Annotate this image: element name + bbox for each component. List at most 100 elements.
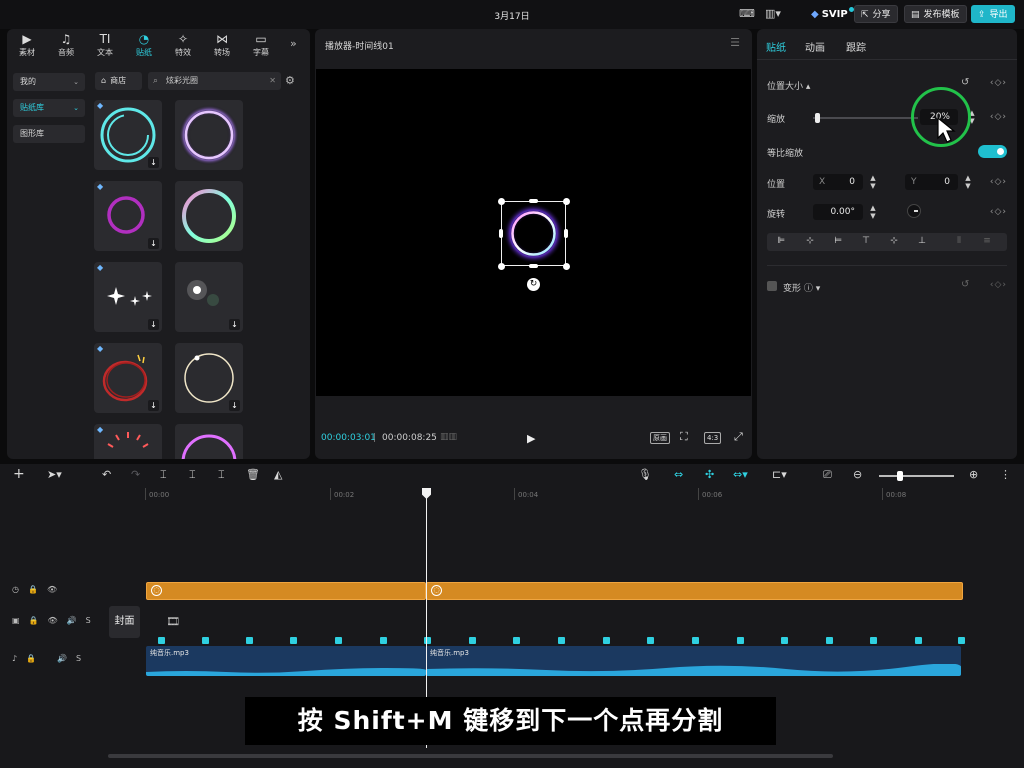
sidebar-item-shape-library[interactable]: 图形库 xyxy=(13,125,85,143)
keyframe-icon[interactable]: ‹◇› xyxy=(990,207,1007,217)
sticker-tile[interactable]: ◆ ↓ xyxy=(94,100,162,170)
align-left-icon[interactable]: ⊫ xyxy=(774,236,788,246)
sticker-tile[interactable] xyxy=(175,181,243,251)
screenshot-icon[interactable]: ⎚ xyxy=(823,468,832,482)
more-tabs-icon[interactable]: » xyxy=(290,37,297,50)
time-ruler[interactable]: 00:00 00:02 00:04 00:06 00:08 xyxy=(145,488,1024,502)
tab-sticker[interactable]: ◔ 贴纸 xyxy=(124,32,164,58)
tab-sticker-props[interactable]: 贴纸 xyxy=(766,39,786,54)
add-track-icon[interactable]: + xyxy=(13,466,25,482)
sticker-clip[interactable]: ◌ xyxy=(426,582,963,600)
redo-icon[interactable]: ↷ xyxy=(131,468,140,481)
export-button[interactable]: ⇪ 导出 xyxy=(971,5,1015,23)
resize-handle[interactable] xyxy=(529,264,538,268)
microphone-icon[interactable]: 🎙 xyxy=(638,468,652,481)
transform-checkbox[interactable] xyxy=(767,281,777,291)
share-button[interactable]: ⇱ 分享 xyxy=(854,5,898,23)
menu-icon[interactable]: ☰ xyxy=(730,36,740,49)
sticker-tile[interactable]: ◆ ↓ xyxy=(94,262,162,332)
tab-effects[interactable]: ✧ 特效 xyxy=(163,32,203,58)
solo-icon[interactable]: S xyxy=(76,654,81,663)
publish-template-button[interactable]: ▤ 发布模板 xyxy=(904,5,967,23)
transform-label[interactable]: 变形 ⓘ ▾ xyxy=(783,281,820,294)
volume-icon[interactable]: 🔊 xyxy=(67,616,77,625)
beat-marker[interactable] xyxy=(558,637,565,644)
beat-marker[interactable] xyxy=(647,637,654,644)
split-right-icon[interactable]: ⌶ xyxy=(218,468,225,482)
beat-marker[interactable] xyxy=(246,637,253,644)
reset-icon[interactable]: ↺ xyxy=(961,279,969,290)
select-tool-icon[interactable]: ➤▾ xyxy=(47,468,62,481)
beat-marker[interactable] xyxy=(469,637,476,644)
sticker-tile[interactable]: ◆ ↓ xyxy=(94,343,162,413)
volume-icon[interactable]: 🔊 xyxy=(57,654,67,663)
scale-slider-knob[interactable] xyxy=(815,113,820,123)
position-y-input[interactable]: Y0 xyxy=(905,174,958,190)
cover-button[interactable]: 封面 xyxy=(109,606,140,638)
resize-handle[interactable] xyxy=(563,198,570,205)
align-center-v-icon[interactable]: ⊹ xyxy=(887,236,901,246)
resize-handle[interactable] xyxy=(498,198,505,205)
download-icon[interactable]: ↓ xyxy=(229,400,240,411)
resize-handle[interactable] xyxy=(564,229,568,238)
sticker-tile[interactable]: ↓ xyxy=(175,262,243,332)
beat-marker[interactable] xyxy=(870,637,877,644)
beat-marker[interactable] xyxy=(692,637,699,644)
sticker-tile[interactable]: ◆ xyxy=(94,424,162,459)
audio-clip[interactable]: 纯音乐.mp3 xyxy=(146,646,426,676)
tab-tracking[interactable]: 跟踪 xyxy=(846,39,866,54)
download-icon[interactable]: ↓ xyxy=(148,400,159,411)
snap-icon[interactable]: ✣ xyxy=(705,468,714,481)
magnet-link-icon[interactable]: ⇔ xyxy=(674,468,683,481)
solo-icon[interactable]: S xyxy=(86,616,91,625)
sticker-tile[interactable] xyxy=(175,424,243,459)
keyframe-icon[interactable]: ‹◇› xyxy=(990,112,1007,122)
lock-icon[interactable]: 🔒 xyxy=(26,654,36,663)
fullscreen-icon[interactable]: ⤢ xyxy=(734,431,743,444)
preview-canvas[interactable]: ↻ xyxy=(316,69,751,396)
rotation-dial[interactable] xyxy=(907,204,921,218)
beat-marker[interactable] xyxy=(513,637,520,644)
audio-clip[interactable]: 纯音乐.mp3 xyxy=(426,646,961,676)
eye-icon[interactable]: 👁 xyxy=(47,585,57,594)
tab-media[interactable]: ▶ 素材 xyxy=(7,32,47,58)
sidebar-item-sticker-library[interactable]: 贴纸库 ⌄ xyxy=(13,99,85,117)
rotate-handle-icon[interactable]: ↻ xyxy=(527,278,540,291)
filter-icon[interactable]: ⚙ xyxy=(285,74,295,87)
beat-marker[interactable] xyxy=(826,637,833,644)
align-center-h-icon[interactable]: ⊹ xyxy=(803,236,817,246)
selection-box[interactable] xyxy=(501,201,566,266)
beat-marker[interactable] xyxy=(380,637,387,644)
download-icon[interactable]: ↓ xyxy=(148,319,159,330)
search-input[interactable]: ⌕ 炫彩光圈 ✕ xyxy=(148,72,281,90)
split-left-icon[interactable]: ⌶ xyxy=(189,468,196,482)
beat-marker[interactable] xyxy=(290,637,297,644)
position-y-stepper-icon[interactable]: ▲ ▼ xyxy=(963,174,973,190)
resize-handle[interactable] xyxy=(499,229,503,238)
waveform-icon[interactable]: ▥▥ xyxy=(440,432,457,442)
beat-marker[interactable] xyxy=(958,637,965,644)
position-x-input[interactable]: X0 xyxy=(813,174,863,190)
mirror-icon[interactable]: ◭ xyxy=(274,468,282,481)
keyframe-icon[interactable]: ‹◇› xyxy=(990,177,1007,187)
resize-handle[interactable] xyxy=(498,263,505,270)
keyframe-icon[interactable]: ‹◇› xyxy=(990,280,1007,290)
keyboard-icon[interactable]: ⌨ xyxy=(738,7,756,21)
zoom-in-icon[interactable]: ⊕ xyxy=(969,468,978,481)
section-position-size[interactable]: 位置大小 ▴ xyxy=(767,79,810,92)
beat-marker[interactable] xyxy=(158,637,165,644)
zoom-out-icon[interactable]: ⊖ xyxy=(853,468,862,481)
sidebar-item-mine[interactable]: 我的 ⌄ xyxy=(13,73,85,91)
scale-slider-track[interactable] xyxy=(813,117,918,119)
download-icon[interactable]: ↓ xyxy=(229,319,240,330)
beat-marker[interactable] xyxy=(915,637,922,644)
ratio-button[interactable]: 4:3 xyxy=(704,432,722,444)
sticker-tile[interactable]: ◆ ↓ xyxy=(94,181,162,251)
align-right-icon[interactable]: ⊨ xyxy=(831,236,845,246)
clock-icon[interactable]: ◷ xyxy=(12,585,19,594)
split-icon[interactable]: ⌶ xyxy=(160,468,167,482)
align-bottom-icon[interactable]: ⊥ xyxy=(915,236,929,246)
tab-captions[interactable]: ▭ 字幕 xyxy=(241,32,281,58)
sticker-tile[interactable] xyxy=(175,100,243,170)
beat-marker[interactable] xyxy=(335,637,342,644)
